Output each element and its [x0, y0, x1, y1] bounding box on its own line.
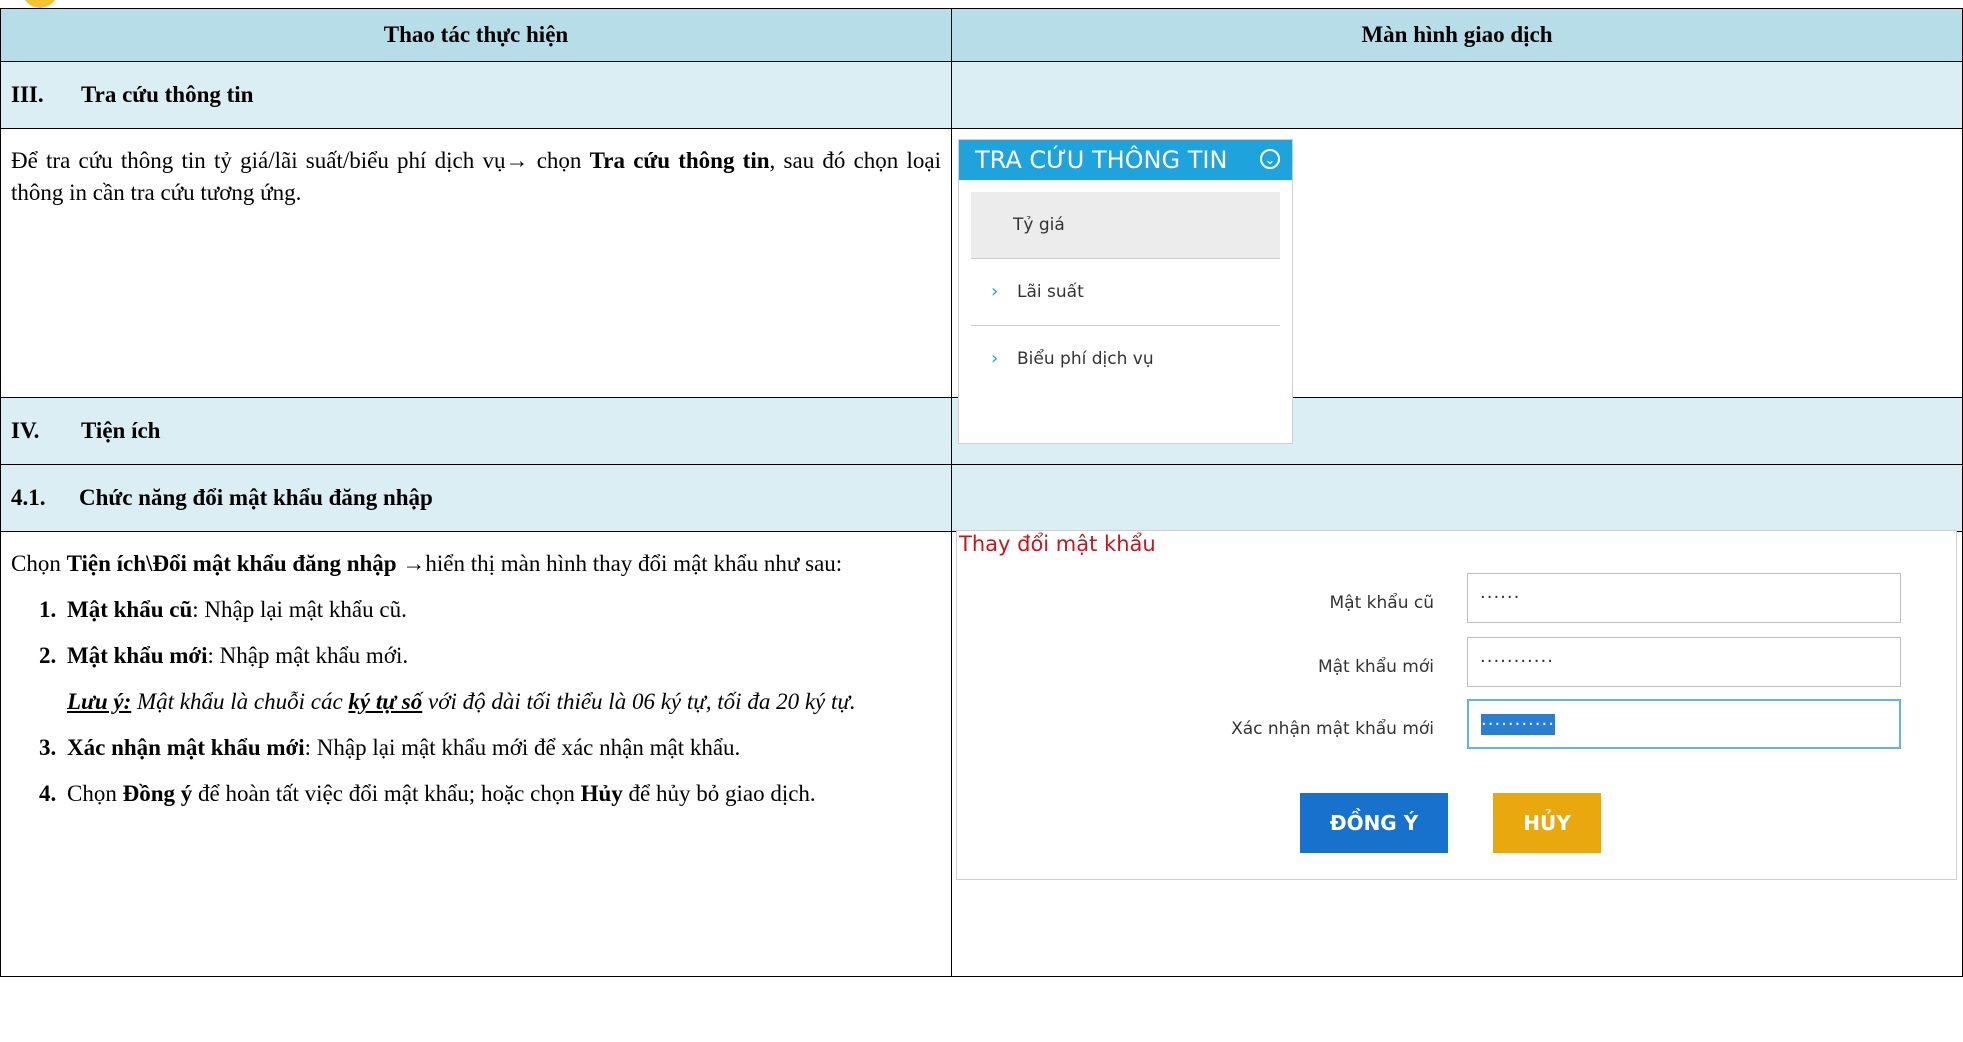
header-col-screen: Màn hình giao dịch: [951, 8, 1963, 62]
section-4-title: IV. Tiện ích: [0, 397, 952, 465]
old-password-row: Mật khẩu cũ ······: [957, 573, 1956, 625]
section-row-3: III. Tra cứu thông tin: [0, 61, 1963, 129]
list-item: 3. Xác nhận mật khẩu mới: Nhập lại mật kh…: [39, 735, 741, 760]
instruction-table: Thao tác thực hiện Màn hình giao dịch II…: [0, 8, 1963, 977]
tra-cuu-panel: TRA CỨU THÔNG TIN ⌄ Tỷ giá › Lãi suất › Bi…: [958, 139, 1293, 444]
section-41-description: Chọn Tiện ích\Đổi mật khẩu đăng nhập →hi…: [0, 531, 952, 977]
chevron-right-icon: ›: [991, 348, 999, 369]
old-password-label: Mật khẩu cũ: [1329, 593, 1435, 613]
new-password-input[interactable]: ···········: [1467, 637, 1901, 687]
form-title: Thay đổi mật khẩu: [957, 531, 1956, 557]
chevron-down-icon[interactable]: ⌄: [1260, 149, 1280, 169]
menu-item-ty-gia[interactable]: Tỷ giá: [971, 192, 1280, 259]
section-41-screen: Thay đổi mật khẩu Mật khẩu cũ ······ Mật…: [951, 530, 1963, 977]
section-41-title: 4.1. Chức năng đổi mật khẩu đăng nhập: [0, 464, 952, 532]
section-number: III.: [11, 82, 44, 107]
change-password-form: Thay đổi mật khẩu Mật khẩu cũ ······ Mật…: [956, 530, 1957, 880]
section-3-description: Để tra cứu thông tin tỷ giá/lãi suất/biể…: [0, 128, 952, 398]
paragraph: Để tra cứu thông tin tỷ giá/lãi suất/biể…: [11, 148, 942, 205]
content-row-41: Chọn Tiện ích\Đổi mật khẩu đăng nhập →hi…: [0, 530, 1963, 977]
confirm-password-label: Xác nhận mật khẩu mới: [1231, 719, 1434, 739]
section-number: IV.: [11, 418, 40, 443]
logo-shape: [22, 0, 58, 8]
ok-button[interactable]: ĐỒNG Ý: [1300, 793, 1448, 853]
paragraph: Chọn Tiện ích\Đổi mật khẩu đăng nhập →hi…: [11, 551, 843, 576]
cancel-button[interactable]: HỦY: [1493, 793, 1601, 853]
confirm-password-row: Xác nhận mật khẩu mới ···········: [957, 699, 1956, 751]
list-item: 4. Chọn Đồng ý để hoàn tất việc đổi mật k…: [39, 781, 816, 806]
new-password-label: Mật khẩu mới: [1317, 657, 1434, 677]
chevron-right-icon: ›: [991, 281, 999, 302]
content-row-3: Để tra cứu thông tin tỷ giá/lãi suất/biể…: [0, 128, 1963, 444]
tra-cuu-title: TRA CỨU THÔNG TIN: [975, 146, 1228, 174]
section-3-screen: TRA CỨU THÔNG TIN ⌄ Tỷ giá › Lãi suất › Bi…: [951, 128, 1963, 444]
confirm-password-input[interactable]: ···········: [1467, 699, 1901, 749]
section-number: 4.1.: [11, 485, 46, 510]
section-3-empty: [951, 61, 1963, 129]
menu-item-lai-suat[interactable]: › Lãi suất: [971, 259, 1280, 326]
section-row-41: 4.1. Chức năng đổi mật khẩu đăng nhập: [0, 464, 1963, 532]
header-col-actions: Thao tác thực hiện: [0, 8, 952, 62]
section-title: Chức năng đổi mật khẩu đăng nhập: [79, 485, 433, 510]
tra-cuu-header[interactable]: TRA CỨU THÔNG TIN ⌄: [959, 140, 1292, 180]
section-title: Tra cứu thông tin: [81, 82, 254, 107]
section-title: Tiện ích: [81, 418, 161, 443]
arrow-icon: →: [402, 551, 426, 576]
list-item: 2. Mật khẩu mới: Nhập mật khẩu mới.: [39, 643, 409, 668]
note: Lưu ý: Mật khẩu là chuỗi các ký tự số vớ…: [67, 689, 856, 714]
new-password-row: Mật khẩu mới ···········: [957, 637, 1956, 689]
list-item: 1. Mật khẩu cũ: Nhập lại mật khẩu cũ.: [39, 597, 407, 622]
table-header-row: Thao tác thực hiện Màn hình giao dịch: [0, 8, 1963, 62]
section-3-title: III. Tra cứu thông tin: [0, 61, 952, 129]
section-41-empty: [951, 464, 1963, 532]
arrow-icon: →: [505, 148, 529, 173]
old-password-input[interactable]: ······: [1467, 573, 1901, 623]
menu-item-bieu-phi[interactable]: › Biểu phí dịch vụ: [971, 326, 1280, 392]
